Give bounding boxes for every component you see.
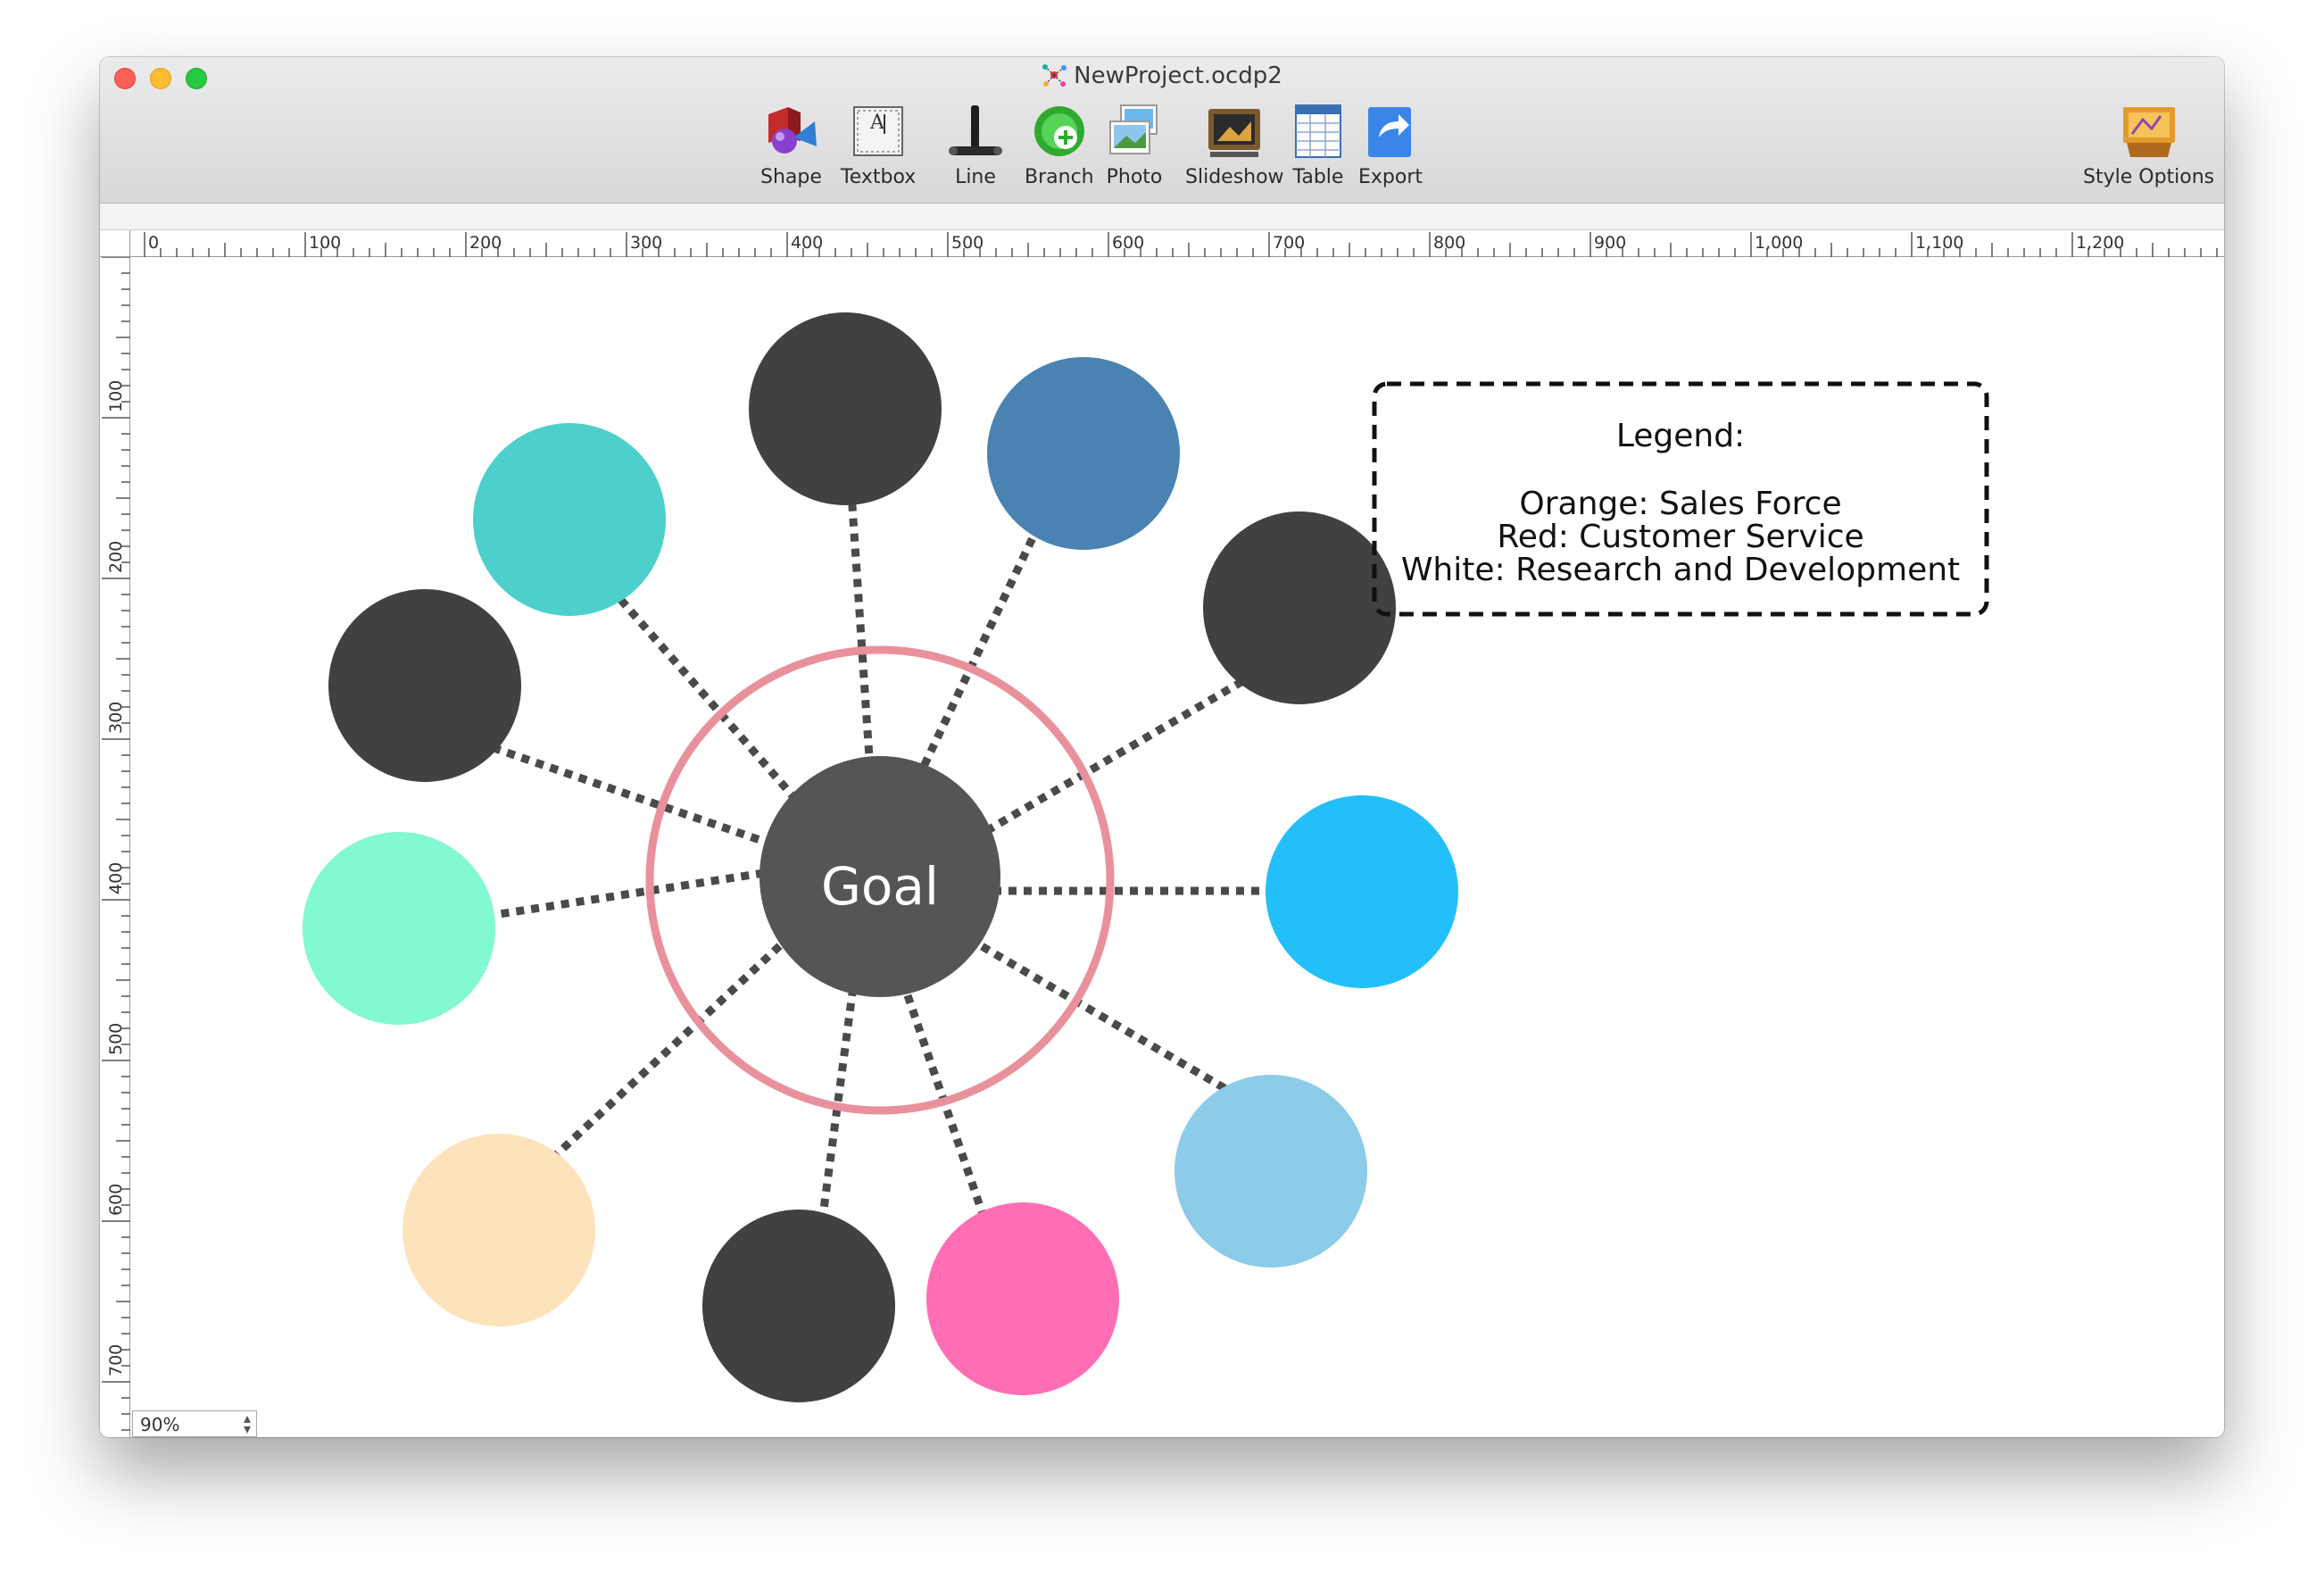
node-bottom[interactable] xyxy=(702,1210,895,1402)
ruler-label: 200 xyxy=(106,541,126,573)
connector-line[interactable] xyxy=(477,738,775,849)
ruler-label: 100 xyxy=(309,233,341,253)
ruler-label: 1,100 xyxy=(1915,233,1963,253)
slideshow-tool-label: Slideshow xyxy=(1185,166,1284,188)
ruler-label: 0 xyxy=(148,233,159,253)
document-icon xyxy=(1042,64,1067,87)
ruler-label: 800 xyxy=(1433,233,1465,253)
export-tool-button[interactable]: Export xyxy=(1358,102,1423,188)
export-icon xyxy=(1368,107,1411,157)
svg-text:A: A xyxy=(869,112,885,134)
vertical-ruler: 100 200 300 400 500 600 700 xyxy=(100,256,130,1437)
branch-icon xyxy=(1033,106,1084,156)
table-icon xyxy=(1295,104,1341,158)
ruler-label: 600 xyxy=(1112,233,1144,253)
textbox-tool-label: Textbox xyxy=(841,166,917,188)
connector-line[interactable] xyxy=(464,869,765,924)
ruler-label: 1,000 xyxy=(1755,233,1803,253)
line-icon xyxy=(949,105,1002,155)
shape-tool-label: Shape xyxy=(760,166,822,188)
export-tool-label: Export xyxy=(1358,166,1423,188)
ruler-label: 700 xyxy=(106,1344,126,1376)
node-teal[interactable] xyxy=(473,423,666,616)
node-light-blue[interactable] xyxy=(1174,1075,1367,1268)
ruler-corner xyxy=(100,230,130,257)
ruler-label: 400 xyxy=(106,862,126,894)
ruler-label: 1,200 xyxy=(2076,233,2124,253)
shape-icon xyxy=(768,107,818,154)
ruler-label: 300 xyxy=(106,702,126,734)
table-tool-label: Table xyxy=(1292,166,1344,188)
zoom-value: 90% xyxy=(140,1414,180,1435)
vertical-ruler-ticks: 100 200 300 400 500 600 700 xyxy=(102,256,130,1431)
legend-line-white: White: Research and Development xyxy=(1401,552,1960,588)
branch-tool-label: Branch xyxy=(1025,166,1094,188)
ruler-label: 600 xyxy=(106,1184,126,1216)
ruler-label: 300 xyxy=(630,233,662,253)
node-mint[interactable] xyxy=(303,832,495,1025)
style-options-icon xyxy=(2122,107,2175,157)
window-title: NewProject.ocdp2 xyxy=(100,62,2224,89)
ruler-label: 700 xyxy=(1273,233,1305,253)
mind-map-diagram: Goal Legend: Orange: Sales Force Red: Cu… xyxy=(303,312,1989,1402)
horizontal-ruler: 0 100 200 300 400 500 600 700 800 900 1,000 1,100 1,… xyxy=(130,230,2224,257)
title-bar: NewProject.ocdp2 Shape A Textbox Line Br… xyxy=(100,57,2224,204)
line-tool-button[interactable]: Line xyxy=(946,102,1005,188)
ruler-label: 200 xyxy=(469,233,502,253)
node-top[interactable] xyxy=(749,312,942,505)
node-peach[interactable] xyxy=(403,1134,595,1326)
photo-tool-button[interactable]: Photo xyxy=(1105,102,1164,188)
slideshow-tool-button[interactable]: Slideshow xyxy=(1185,102,1284,188)
style-options-button[interactable]: Style Options xyxy=(2083,102,2214,188)
ruler-label: 100 xyxy=(106,380,126,412)
window-title-text: NewProject.ocdp2 xyxy=(1074,62,1282,89)
textbox-icon: A xyxy=(853,106,904,156)
photo-tool-label: Photo xyxy=(1106,166,1163,188)
line-tool-label: Line xyxy=(955,166,996,188)
stepper-arrows-icon[interactable]: ▴ ▾ xyxy=(244,1411,251,1436)
photo-icon xyxy=(1109,104,1158,154)
shape-tool-button[interactable]: Shape xyxy=(760,102,822,188)
legend-title: Legend: xyxy=(1616,418,1745,454)
connector-line[interactable] xyxy=(845,465,876,785)
ruler-spacer xyxy=(100,204,2224,230)
node-steel-blue[interactable] xyxy=(987,357,1180,550)
ruler-label: 400 xyxy=(791,233,823,253)
node-sky-blue[interactable] xyxy=(1266,795,1458,988)
ruler-label: 900 xyxy=(1594,233,1626,253)
app-window: NewProject.ocdp2 Shape A Textbox Line Br… xyxy=(100,57,2224,1437)
zoom-selector[interactable]: 90% ▴ ▾ xyxy=(132,1410,257,1437)
branch-tool-button[interactable]: Branch xyxy=(1025,102,1094,188)
style-options-label: Style Options xyxy=(2083,166,2215,188)
drawing-canvas[interactable]: Goal Legend: Orange: Sales Force Red: Cu… xyxy=(130,257,2224,1437)
legend-line-orange: Orange: Sales Force xyxy=(1519,486,1841,522)
goal-label: Goal xyxy=(821,856,939,917)
slideshow-icon xyxy=(1208,109,1261,157)
textbox-tool-button[interactable]: A Textbox xyxy=(841,102,916,188)
ruler-label: 500 xyxy=(951,233,984,253)
horizontal-ruler-ticks: 0 100 200 300 400 500 600 700 800 900 1,000 1,100 1,… xyxy=(144,232,2218,257)
ruler-label: 500 xyxy=(106,1023,126,1055)
node-left[interactable] xyxy=(328,589,521,782)
table-tool-button[interactable]: Table xyxy=(1289,102,1348,188)
legend-box[interactable]: Legend: Orange: Sales Force Red: Custome… xyxy=(1372,381,1989,617)
node-pink[interactable] xyxy=(926,1202,1119,1395)
legend-line-red: Red: Customer Service xyxy=(1497,519,1863,555)
node-upper-right[interactable] xyxy=(1203,511,1396,704)
